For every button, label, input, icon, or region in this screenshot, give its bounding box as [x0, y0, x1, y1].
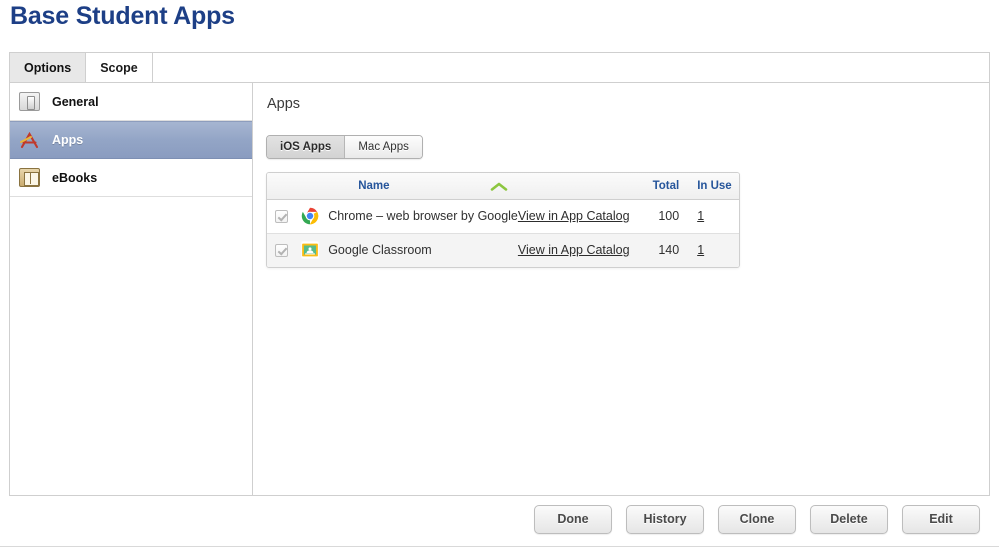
sidebar-item-apps-label: Apps — [52, 133, 84, 147]
header-name-label: Name — [358, 180, 390, 193]
sidebar-item-general-label: General — [52, 94, 99, 109]
apps-table: Name Total In Use Chrome – web browser b… — [266, 172, 740, 268]
header-total-label: Total — [652, 180, 680, 193]
row-app-name: Chrome – web browser by Google — [328, 209, 518, 223]
tab-bar-filler — [152, 53, 989, 82]
header-in-use[interactable]: In Use — [687, 173, 739, 200]
segment-ios-apps[interactable]: iOS Apps — [267, 136, 346, 158]
content-heading: Apps — [267, 96, 301, 112]
row-app-name: Google Classroom — [328, 243, 432, 258]
footer-button-bar: Done History Clone Delete Edit — [9, 497, 990, 541]
row-total: 100 — [658, 209, 680, 223]
sidebar-item-ebooks-label: eBooks — [52, 170, 98, 185]
clone-button[interactable]: Clone — [718, 504, 796, 534]
view-in-app-catalog-link[interactable]: View in App Catalog — [518, 209, 630, 223]
done-button[interactable]: Done — [534, 504, 612, 534]
segment-mac-apps[interactable]: Mac Apps — [345, 136, 422, 158]
view-in-app-catalog-link[interactable]: View in App Catalog — [518, 243, 630, 257]
table-row: Chrome – web browser by Google View in A… — [267, 199, 739, 233]
sidebar: General Apps eBooks — [10, 83, 253, 495]
page-title: Base Student Apps — [10, 2, 235, 30]
tab-scope-label: Scope — [100, 60, 138, 75]
book-icon — [19, 168, 40, 187]
header-checkbox — [267, 173, 297, 200]
row-total: 140 — [658, 243, 680, 258]
checkbox-checked-icon[interactable] — [275, 210, 289, 224]
edit-button[interactable]: Edit — [902, 504, 980, 534]
header-icon — [296, 173, 325, 200]
sidebar-item-general[interactable]: General — [10, 83, 252, 121]
row-app-icon-cell — [297, 233, 325, 267]
row-catalog-cell: View in App Catalog — [518, 199, 644, 233]
segment-ios-apps-label: iOS Apps — [280, 141, 332, 153]
segment-mac-apps-label: Mac Apps — [358, 141, 409, 153]
app-type-segmented-control: iOS Apps Mac Apps — [266, 135, 423, 159]
sidebar-item-apps[interactable]: Apps — [10, 121, 252, 159]
history-button[interactable]: History — [626, 504, 704, 534]
main-panel: General Apps eBooks Apps iOS Apps Mac Ap… — [9, 82, 990, 496]
tab-bar: Options Scope — [9, 52, 990, 82]
row-app-icon-cell — [297, 199, 325, 233]
checkbox-checked-icon[interactable] — [275, 244, 289, 258]
chrome-icon — [301, 207, 319, 225]
header-catalog — [517, 173, 644, 200]
row-checkbox-cell[interactable] — [267, 199, 297, 233]
google-classroom-icon — [301, 241, 319, 259]
in-use-count-link[interactable]: 1 — [697, 209, 704, 223]
header-name[interactable]: Name — [324, 173, 518, 200]
content-area: Apps iOS Apps Mac Apps Name Total In Use… — [253, 83, 989, 495]
table-header-row: Name Total In Use — [267, 173, 739, 200]
footer-divider — [0, 546, 999, 547]
in-use-count-link[interactable]: 1 — [697, 243, 704, 257]
switch-icon — [19, 92, 40, 111]
delete-button[interactable]: Delete — [810, 504, 888, 534]
row-in-use-cell: 1 — [687, 233, 739, 267]
row-checkbox-cell[interactable] — [267, 233, 297, 267]
row-catalog-cell: View in App Catalog — [518, 233, 644, 267]
tab-options[interactable]: Options — [10, 53, 87, 82]
tab-scope[interactable]: Scope — [86, 53, 153, 82]
row-in-use-cell: 1 — [687, 199, 739, 233]
header-in-use-label: In Use — [697, 180, 732, 193]
tab-options-label: Options — [24, 60, 72, 75]
table-row: Google Classroom View in App Catalog 140… — [267, 233, 739, 267]
app-store-icon — [19, 131, 40, 150]
header-total[interactable]: Total — [643, 173, 688, 200]
sidebar-item-ebooks[interactable]: eBooks — [10, 159, 252, 197]
